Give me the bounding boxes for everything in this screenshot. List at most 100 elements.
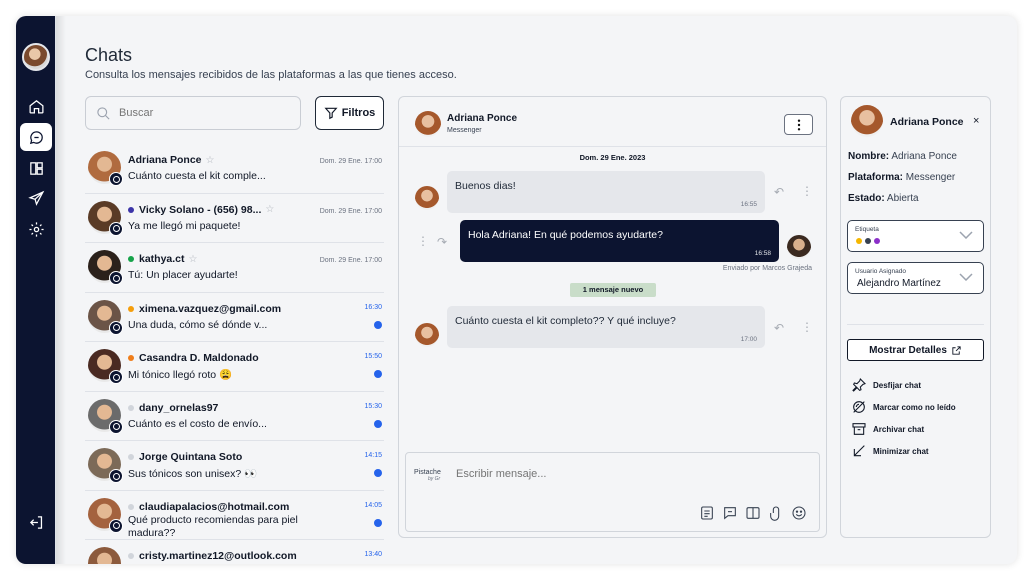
sent-by-label: Enviado por Marcos Grajeda xyxy=(722,265,812,272)
message-options-icon[interactable]: ⋮ xyxy=(801,184,813,198)
chat-list-item[interactable]: cristy.martinez12@outlook.com 13:40 xyxy=(85,540,384,564)
minimize-icon xyxy=(853,445,865,457)
unread-indicator xyxy=(374,419,382,428)
app-frame: Chats Consulta los mensajes recibidos de… xyxy=(16,16,1017,564)
chat-name: Vicky Solano - (656) 98... ☆ xyxy=(128,204,274,216)
chat-list-item[interactable]: Casandra D. Maldonado Mi tónico llegó rot… xyxy=(85,342,384,392)
search-icon xyxy=(97,106,110,120)
minimize-chat-action[interactable]: Minimizar chat xyxy=(851,443,929,459)
eye-off-icon xyxy=(853,401,865,413)
show-details-button[interactable]: Mostrar Detalles xyxy=(847,339,984,361)
attachment-icon[interactable] xyxy=(768,505,784,521)
mark-unread-action[interactable]: Marcar como no leído xyxy=(851,399,956,415)
message-text: Buenos dias! xyxy=(455,180,516,192)
pin-icon[interactable]: ☆ xyxy=(206,155,215,166)
assigned-user-select[interactable]: Usuario Asignado Alejandro Martínez xyxy=(847,262,984,294)
agent-avatar-small xyxy=(787,235,811,259)
catalog-icon[interactable] xyxy=(745,505,761,521)
chats-icon[interactable] xyxy=(20,123,52,151)
details-platform-field: Plataforma: Messenger xyxy=(848,172,956,183)
assigned-value: Alejandro Martínez xyxy=(857,278,941,289)
new-message-badge: 1 mensaje nuevo xyxy=(570,283,656,297)
status-dot xyxy=(128,553,134,559)
message-bubble-incoming[interactable]: Buenos dias! 16:55 xyxy=(447,171,765,213)
chat-name: dany_ornelas97 xyxy=(128,402,218,414)
chat-list-item[interactable]: ximena.vazquez@gmail.com Una duda, cómo s… xyxy=(85,293,384,342)
filters-button[interactable]: Filtros xyxy=(315,96,384,130)
chat-list-item[interactable]: dany_ornelas97 Cuánto es el costo de enví… xyxy=(85,392,384,441)
more-options-button[interactable] xyxy=(784,114,813,135)
reply-icon[interactable]: ↷ xyxy=(437,235,447,249)
home-icon[interactable] xyxy=(20,92,52,120)
message-options-icon[interactable]: ⋮ xyxy=(801,320,813,334)
reply-icon[interactable]: ↶ xyxy=(774,321,784,335)
platform-badge-icon xyxy=(109,419,123,434)
message-text: Cuánto cuesta el kit completo?? Y qué in… xyxy=(455,315,676,327)
send-icon[interactable] xyxy=(20,184,52,212)
settings-icon[interactable] xyxy=(20,215,52,243)
status-dot xyxy=(128,206,134,213)
contact-platform: Messenger xyxy=(447,127,482,134)
platform-badge-icon xyxy=(109,518,123,533)
tag-select[interactable]: Etiqueta xyxy=(847,220,984,252)
chat-preview: Qué producto recomiendas para piel madur… xyxy=(128,513,298,539)
pin-icon[interactable]: ☆ xyxy=(265,204,274,215)
note-icon[interactable] xyxy=(699,505,715,521)
unread-indicator xyxy=(374,518,382,527)
message-bubble-outgoing[interactable]: Hola Adriana! En qué podemos ayudarte? 1… xyxy=(460,220,779,262)
chat-time: 14:05 xyxy=(364,501,382,509)
logout-icon[interactable] xyxy=(20,508,52,536)
archive-icon xyxy=(852,423,866,435)
chat-name: ximena.vazquez@gmail.com xyxy=(128,303,281,315)
dashboard-icon[interactable] xyxy=(20,154,52,182)
external-link-icon xyxy=(952,345,961,355)
chat-list-item[interactable]: kathya.ct ☆ Tú: Un placer ayudarte! Dom. 29… xyxy=(85,243,384,293)
chat-time: Dom. 29 Ene. 17:00 xyxy=(319,207,382,215)
search-input[interactable] xyxy=(119,107,279,119)
filters-label: Filtros xyxy=(341,107,376,119)
chat-time: Dom. 29 Ene. 17:00 xyxy=(319,158,382,165)
status-dot xyxy=(128,503,134,510)
platform-badge-icon xyxy=(109,469,123,483)
contact-name: Adriana Ponce xyxy=(447,113,518,124)
user-avatar[interactable] xyxy=(22,43,50,71)
chat-list-item[interactable]: Vicky Solano - (656) 98... ☆ Ya me llegó m… xyxy=(85,194,384,243)
message-input[interactable] xyxy=(456,468,756,480)
message-bubble-incoming[interactable]: Cuánto cuesta el kit completo?? Y qué in… xyxy=(447,306,765,348)
chevron-down-icon xyxy=(959,231,973,241)
unread-indicator xyxy=(374,469,382,477)
kebab-icon xyxy=(797,119,800,130)
divider xyxy=(847,324,984,325)
chat-list: Adriana Ponce ☆ Cuánto cuesta el kit compl… xyxy=(85,144,384,564)
brand-logo: Pistache by Gr xyxy=(414,469,441,482)
chat-name: Adriana Ponce ☆ xyxy=(128,154,215,166)
tag-color-dot xyxy=(865,238,871,244)
unpin-chat-action[interactable]: Desfijar chat xyxy=(851,377,921,393)
emoji-icon[interactable] xyxy=(791,505,807,521)
pin-icon[interactable]: ☆ xyxy=(189,254,198,265)
chat-list-item[interactable]: claudiapalacios@hotmail.com Qué producto … xyxy=(85,491,384,540)
chat-avatar xyxy=(88,547,121,564)
search-box[interactable] xyxy=(85,96,301,130)
details-avatar xyxy=(851,105,883,137)
chat-time: Dom. 29 Ene. 17:00 xyxy=(319,257,382,264)
status-dot xyxy=(128,256,134,262)
page-title: Chats xyxy=(85,45,133,65)
chat-list-item[interactable]: Adriana Ponce ☆ Cuánto cuesta el kit compl… xyxy=(85,144,384,194)
chat-preview: Ya me llegó mi paquete! xyxy=(128,219,241,232)
chat-preview: Sus tónicos son unisex? 👀 xyxy=(128,468,258,480)
quick-replies-icon[interactable] xyxy=(722,505,738,521)
status-dot xyxy=(128,355,134,361)
chat-preview: Una duda, cómo sé dónde v... xyxy=(128,318,268,331)
message-options-icon[interactable]: ⋮ xyxy=(417,234,429,248)
composer-tools xyxy=(699,505,807,521)
reply-icon[interactable]: ↶ xyxy=(774,185,784,199)
close-icon[interactable]: × xyxy=(973,115,979,127)
archive-chat-action[interactable]: Archivar chat xyxy=(851,421,924,437)
unread-indicator xyxy=(374,370,382,378)
chat-list-item[interactable]: Jorge Quintana Soto Sus tónicos son unise… xyxy=(85,441,384,491)
contact-avatar-small xyxy=(415,323,439,347)
platform-badge-icon xyxy=(109,221,123,236)
chat-name: cristy.martinez12@outlook.com xyxy=(128,550,297,562)
message-time: 16:55 xyxy=(740,201,757,208)
